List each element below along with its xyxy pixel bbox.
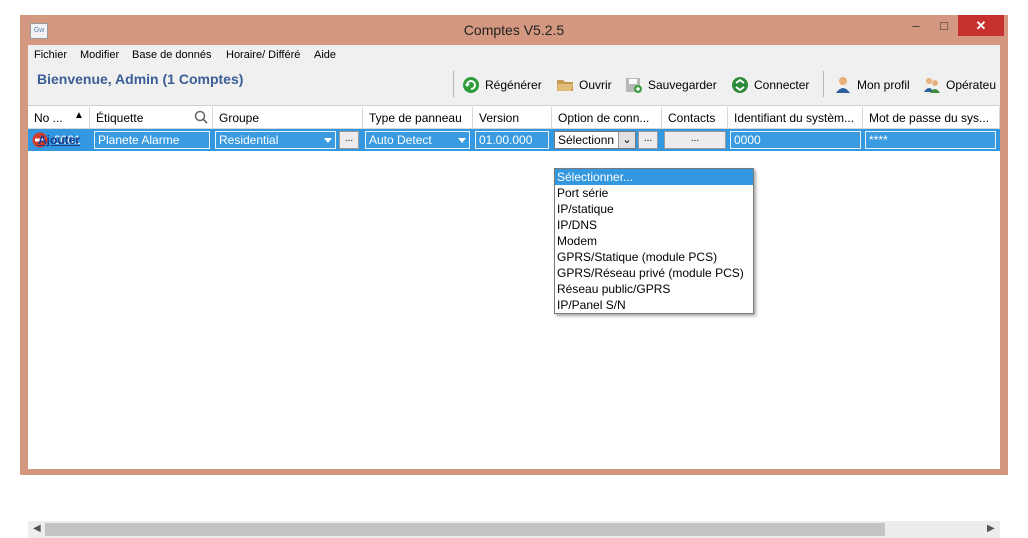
chevron-down-icon — [324, 138, 332, 143]
save-label: Sauvegarder — [648, 78, 717, 92]
chevron-down-icon — [458, 138, 466, 143]
save-icon — [626, 78, 642, 93]
scroll-left-icon[interactable]: ◀ — [33, 523, 41, 534]
table-row[interactable]: 0001 Planete Alarme Residential ... Auto… — [28, 129, 1000, 151]
add-account-link[interactable]: Ajouter — [38, 133, 80, 147]
panel-type-value: Auto Detect — [369, 133, 432, 147]
connect-button[interactable]: Connecter — [731, 74, 809, 96]
open-label: Ouvrir — [579, 78, 612, 92]
close-button[interactable]: ✕ — [958, 15, 1004, 36]
folder-icon — [557, 80, 573, 91]
menu-aide[interactable]: Aide — [314, 49, 336, 61]
password-cell[interactable]: **** — [865, 131, 996, 149]
option-ip-static[interactable]: IP/statique — [555, 201, 753, 217]
column-header-no-label: No ... — [34, 111, 63, 125]
option-ip-panel-sn[interactable]: IP/Panel S/N — [555, 297, 753, 313]
column-header-label[interactable]: Étiquette — [90, 107, 213, 129]
panel-type-select[interactable]: Auto Detect — [365, 131, 470, 149]
column-header-connection[interactable]: Option de conn... — [552, 107, 662, 129]
menu-modifier[interactable]: Modifier — [80, 49, 119, 61]
toolbar: Bienvenue, Admin (1 Comptes) Régénérer O… — [28, 65, 1000, 106]
menu-fichier[interactable]: Fichier — [34, 49, 67, 61]
option-gprs-static[interactable]: GPRS/Statique (module PCS) — [555, 249, 753, 265]
refresh-icon — [463, 77, 479, 93]
user-icon — [836, 77, 850, 93]
app-window: Gw Comptes V5.2.5 – □ ✕ Fichier Modifier… — [20, 15, 1008, 538]
menu-bar: Fichier Modifier Base de donnés Horaire/… — [28, 45, 1000, 65]
column-header-panel-type[interactable]: Type de panneau — [363, 107, 473, 129]
connection-more-button[interactable]: ... — [638, 131, 658, 149]
my-profile-button[interactable]: Mon profil — [834, 74, 910, 96]
system-id-cell[interactable]: 0000 — [730, 131, 861, 149]
open-button[interactable]: Ouvrir — [556, 74, 612, 96]
option-ip-dns[interactable]: IP/DNS — [555, 217, 753, 233]
menu-horaire-differe[interactable]: Horaire/ Différé — [226, 49, 300, 61]
connect-label: Connecter — [754, 78, 810, 92]
column-header-no[interactable]: No ... ▲ — [28, 107, 90, 129]
column-header-contacts[interactable]: Contacts — [662, 107, 728, 129]
horizontal-scrollbar[interactable]: ◀ ▶ — [28, 521, 1000, 538]
accounts-grid: No ... ▲ Étiquette Groupe Type de pannea… — [28, 107, 1000, 538]
column-header-system-id[interactable]: Identifiant du systèm... — [728, 107, 863, 129]
group-value: Residential — [219, 133, 279, 147]
minimize-button[interactable]: – — [902, 15, 930, 36]
connection-select[interactable]: Sélectionn ⌄ — [554, 131, 636, 149]
operators-label: Opérateu — [946, 78, 997, 92]
menu-base-de-donnes[interactable]: Base de donnés — [132, 49, 212, 61]
option-serial-port[interactable]: Port série — [555, 185, 753, 201]
option-modem[interactable]: Modem — [555, 233, 753, 249]
toolbar-separator — [453, 71, 454, 97]
regenerate-label: Régénérer — [485, 78, 542, 92]
connection-options-list: Sélectionner... Port série IP/statique I… — [554, 168, 754, 314]
column-header-label-text: Étiquette — [96, 111, 144, 125]
regenerate-button[interactable]: Régénérer — [462, 74, 542, 96]
client-area: Fichier Modifier Base de donnés Horaire/… — [28, 45, 1000, 538]
option-public-gprs[interactable]: Réseau public/GPRS — [555, 281, 753, 297]
maximize-button[interactable]: □ — [930, 15, 958, 36]
connection-dropdown-button[interactable]: ⌄ — [618, 132, 635, 148]
column-header-group[interactable]: Groupe — [213, 107, 363, 129]
operators-button[interactable]: Opérateu — [923, 74, 996, 96]
my-profile-label: Mon profil — [857, 78, 910, 92]
title-bar[interactable]: Gw Comptes V5.2.5 – □ ✕ — [20, 15, 1008, 45]
version-cell[interactable]: 01.00.000 — [475, 131, 549, 149]
group-select[interactable]: Residential — [215, 131, 336, 149]
column-header-version[interactable]: Version — [473, 107, 552, 129]
scrollbar-thumb[interactable] — [45, 523, 885, 536]
label-cell[interactable]: Planete Alarme — [94, 131, 210, 149]
save-button[interactable]: Sauvegarder — [625, 74, 717, 96]
search-icon[interactable] — [194, 110, 208, 124]
connect-icon — [732, 77, 748, 93]
column-header-password[interactable]: Mot de passe du sys... — [863, 107, 1000, 129]
scroll-right-icon[interactable]: ▶ — [987, 523, 995, 534]
users-icon — [924, 78, 940, 93]
toolbar-separator — [823, 71, 824, 97]
connection-value: Sélectionn — [558, 133, 615, 147]
window-title: Comptes V5.2.5 — [463, 22, 565, 38]
group-more-button[interactable]: ... — [339, 131, 359, 149]
sort-ascending-icon: ▲ — [74, 110, 84, 121]
contacts-button[interactable]: ... — [664, 131, 726, 149]
option-select[interactable]: Sélectionner... — [555, 169, 753, 185]
option-gprs-private[interactable]: GPRS/Réseau privé (module PCS) — [555, 265, 753, 281]
welcome-text: Bienvenue, Admin (1 Comptes) — [37, 71, 244, 87]
